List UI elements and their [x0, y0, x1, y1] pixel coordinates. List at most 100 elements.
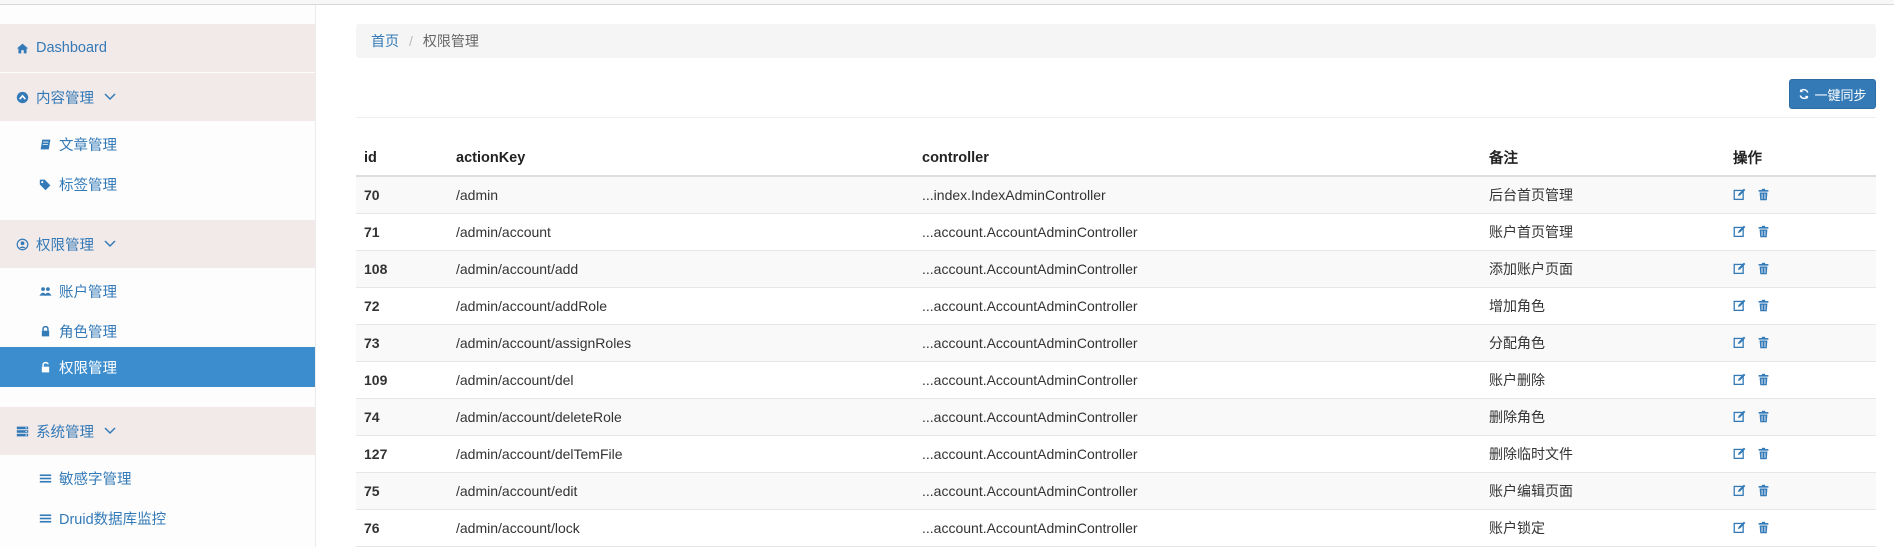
- trash-icon[interactable]: [1757, 336, 1771, 350]
- table-row: 109 /admin/account/del ...account.Accoun…: [356, 362, 1876, 399]
- edit-icon[interactable]: [1733, 188, 1747, 202]
- cell-id: 73: [364, 335, 380, 351]
- cell-id: 76: [364, 520, 380, 536]
- breadcrumb: 首页 / 权限管理: [356, 24, 1876, 58]
- trash-icon[interactable]: [1757, 521, 1771, 535]
- trash-icon[interactable]: [1757, 188, 1771, 202]
- user-circle-icon: [14, 237, 30, 251]
- trash-icon[interactable]: [1757, 299, 1771, 313]
- sync-button[interactable]: 一键同步: [1789, 79, 1876, 109]
- edit-icon[interactable]: [1733, 447, 1747, 461]
- sidebar-item-label: 权限管理: [36, 237, 94, 254]
- table-row: 76 /admin/account/lock ...account.Accoun…: [356, 510, 1876, 547]
- refresh-icon: [1800, 88, 1809, 100]
- edit-icon[interactable]: [1733, 225, 1747, 239]
- lock-icon: [37, 324, 53, 338]
- sidebar-item-dashboard[interactable]: Dashboard: [0, 24, 315, 72]
- server-icon: [14, 424, 30, 438]
- sidebar-item-permissions[interactable]: 权限管理: [0, 347, 315, 387]
- cell-actionkey: /admin/account/addRole: [456, 298, 607, 314]
- sidebar-item-accounts[interactable]: 账户管理: [0, 271, 315, 311]
- trash-icon[interactable]: [1757, 484, 1771, 498]
- cell-actionkey: /admin/account: [456, 224, 551, 240]
- tags-icon: [37, 177, 53, 191]
- cell-note: 分配角色: [1489, 335, 1545, 351]
- breadcrumb-current: 权限管理: [422, 33, 479, 49]
- sidebar-item-druid-monitor[interactable]: Druid数据库监控: [0, 498, 315, 538]
- sidebar-item-roles[interactable]: 角色管理: [0, 311, 315, 351]
- header-actionkey[interactable]: actionKey: [452, 150, 922, 166]
- header-note[interactable]: 备注: [1489, 147, 1733, 168]
- sidebar-group-permissions[interactable]: 权限管理: [0, 220, 315, 268]
- cell-operations: [1733, 299, 1876, 313]
- breadcrumb-home-link[interactable]: 首页: [371, 31, 399, 51]
- sidebar-item-label: 账户管理: [59, 284, 117, 301]
- cell-note: 后台首页管理: [1489, 187, 1573, 203]
- book-icon: [37, 137, 53, 151]
- cell-note: 账户锁定: [1489, 520, 1545, 536]
- edit-icon[interactable]: [1733, 410, 1747, 424]
- sidebar-item-articles[interactable]: 文章管理: [0, 124, 315, 164]
- cell-controller: ...account.AccountAdminController: [922, 483, 1138, 499]
- sidebar-group-system[interactable]: 系统管理: [0, 407, 315, 455]
- sidebar-item-label: Dashboard: [36, 40, 107, 56]
- cell-operations: [1733, 484, 1876, 498]
- sidebar: Dashboard 内容管理 文章管理 标签管理 权限管理 账户管理 角色管理 …: [0, 5, 316, 547]
- edit-icon[interactable]: [1733, 373, 1747, 387]
- cell-id: 71: [364, 224, 380, 240]
- cell-operations: [1733, 262, 1876, 276]
- sidebar-item-label: Druid数据库监控: [59, 511, 167, 528]
- table-row: 72 /admin/account/addRole ...account.Acc…: [356, 288, 1876, 325]
- cell-controller: ...account.AccountAdminController: [922, 224, 1138, 240]
- edit-icon[interactable]: [1733, 299, 1747, 313]
- trash-icon[interactable]: [1757, 262, 1771, 276]
- cell-id: 70: [364, 187, 380, 203]
- trash-icon[interactable]: [1757, 410, 1771, 424]
- chevron-down-icon: [104, 427, 116, 435]
- table-header: id actionKey controller 备注 操作: [356, 140, 1876, 177]
- users-icon: [37, 284, 53, 298]
- cell-note: 增加角色: [1489, 298, 1545, 314]
- edit-icon[interactable]: [1733, 521, 1747, 535]
- edit-icon[interactable]: [1733, 262, 1747, 276]
- cell-controller: ...account.AccountAdminController: [922, 298, 1138, 314]
- cell-id: 75: [364, 483, 380, 499]
- trash-icon[interactable]: [1757, 225, 1771, 239]
- sidebar-item-label: 敏感字管理: [59, 471, 132, 488]
- cell-operations: [1733, 521, 1876, 535]
- sidebar-item-label: 标签管理: [59, 177, 117, 194]
- cell-actionkey: /admin/account/add: [456, 261, 579, 277]
- cell-operations: [1733, 188, 1876, 202]
- sidebar-item-sensitive-words[interactable]: 敏感字管理: [0, 458, 315, 498]
- edit-icon[interactable]: [1733, 484, 1747, 498]
- sidebar-item-label: 系统管理: [36, 424, 94, 441]
- sidebar-item-label: 内容管理: [36, 90, 94, 107]
- trash-icon[interactable]: [1757, 447, 1771, 461]
- cell-id: 109: [364, 372, 388, 388]
- cell-actionkey: /admin/account/edit: [456, 483, 578, 499]
- header-id[interactable]: id: [356, 150, 452, 166]
- trash-icon[interactable]: [1757, 373, 1771, 387]
- list-icon: [37, 511, 53, 525]
- sidebar-item-label: 文章管理: [59, 137, 117, 154]
- cell-actionkey: /admin/account/deleteRole: [456, 409, 622, 425]
- list-icon: [37, 471, 53, 485]
- cell-actionkey: /admin/account/del: [456, 372, 574, 388]
- edit-icon[interactable]: [1733, 336, 1747, 350]
- cell-operations: [1733, 410, 1876, 424]
- header-controller[interactable]: controller: [922, 150, 1489, 166]
- table-row: 70 /admin ...index.IndexAdminController …: [356, 177, 1876, 214]
- cell-note: 添加账户页面: [1489, 261, 1573, 277]
- cell-actionkey: /admin/account/lock: [456, 520, 580, 536]
- sidebar-item-label: 权限管理: [59, 360, 117, 377]
- sidebar-group-content[interactable]: 内容管理: [0, 73, 315, 121]
- unlock-icon: [37, 360, 53, 374]
- sync-button-label: 一键同步: [1814, 87, 1867, 103]
- sidebar-item-tags[interactable]: 标签管理: [0, 164, 315, 204]
- cell-controller: ...account.AccountAdminController: [922, 372, 1138, 388]
- breadcrumb-separator: /: [409, 33, 413, 49]
- cell-operations: [1733, 225, 1876, 239]
- cell-operations: [1733, 336, 1876, 350]
- cell-id: 74: [364, 409, 380, 425]
- cell-operations: [1733, 373, 1876, 387]
